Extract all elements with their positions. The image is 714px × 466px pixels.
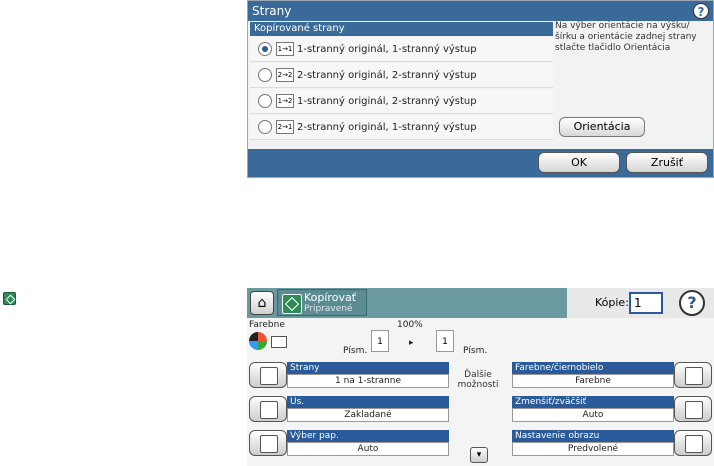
copies-input[interactable]: 1 bbox=[629, 292, 663, 314]
tile-value: Auto bbox=[512, 408, 674, 422]
option-label: 2-stranný originál, 2-stranný výstup bbox=[297, 69, 477, 81]
sides-icon[interactable] bbox=[249, 362, 287, 388]
page-icon bbox=[685, 435, 703, 453]
dialog-footer: OK Zrušiť bbox=[248, 149, 713, 177]
cancel-button[interactable]: Zrušiť bbox=[626, 152, 708, 173]
copy-title: Kopírovať bbox=[304, 291, 357, 304]
tile-paper-select[interactable]: Výber pap. Auto bbox=[249, 430, 449, 456]
option-2to2[interactable]: 2→2 2-stranný originál, 2-stranný výstup bbox=[250, 63, 553, 88]
duplex-icon: 1→1 bbox=[276, 42, 294, 56]
page-icon bbox=[685, 401, 703, 419]
copy-screen: ⌂ Kopírovať Pripravené Kópie: 1 ? Farebn… bbox=[247, 288, 714, 466]
tile-value: Farebne bbox=[512, 374, 674, 388]
tile-label: Farebne/čiernobielo bbox=[512, 362, 674, 374]
option-1to1[interactable]: 1→1 1-stranný originál, 1-stranný výstup bbox=[250, 37, 553, 62]
list-header: Kopírované strany bbox=[250, 22, 553, 36]
reduce-enlarge-icon[interactable] bbox=[674, 396, 712, 422]
arrow-icon: ▸ bbox=[409, 338, 414, 348]
copy-header: ⌂ Kopírovať Pripravené Kópie: 1 ? bbox=[247, 288, 714, 318]
ok-button[interactable]: OK bbox=[538, 152, 620, 173]
page-icon bbox=[260, 401, 278, 419]
page-icon bbox=[685, 367, 703, 385]
dialog-title: Strany bbox=[248, 1, 713, 21]
tile-label: Zmenšiť/zväčšiť bbox=[512, 396, 674, 408]
paper-to-value: 1 bbox=[436, 330, 454, 352]
tile-label: Strany bbox=[287, 362, 449, 374]
paper-select-icon[interactable] bbox=[249, 430, 287, 456]
duplex-icon: 2→1 bbox=[276, 120, 294, 134]
tile-reduce-enlarge[interactable]: Zmenšiť/zväčšiť Auto bbox=[512, 396, 712, 422]
option-label: 2-stranný originál, 1-stranný výstup bbox=[297, 121, 477, 133]
tile-sides[interactable]: Strany 1 na 1-stranne bbox=[249, 362, 449, 388]
info-text: Na výber orientácie na výšku/šírku a ori… bbox=[555, 21, 697, 53]
paper-from-value: 1 bbox=[371, 330, 389, 352]
duplex-icon: 2→2 bbox=[276, 68, 294, 82]
page-preview-icon bbox=[271, 336, 287, 348]
tile-image-adjust[interactable]: Nastavenie obrazu Predvolené bbox=[512, 430, 712, 456]
collate-icon[interactable] bbox=[249, 396, 287, 422]
color-wheel-icon bbox=[249, 332, 267, 350]
color-mode-icon[interactable] bbox=[674, 362, 712, 388]
option-label: 1-stranný originál, 1-stranný výstup bbox=[297, 43, 477, 55]
copy-tab[interactable]: Kopírovať Pripravené bbox=[277, 289, 367, 316]
page-icon bbox=[260, 367, 278, 385]
scroll-down-icon[interactable]: ▾ bbox=[470, 447, 488, 463]
tile-label: Us. bbox=[287, 396, 449, 408]
sides-dialog: Strany ? Kopírované strany 1→1 1-stranný… bbox=[247, 0, 714, 178]
more-options-label[interactable]: Ďalšie možnosti bbox=[453, 370, 503, 390]
copies-area: Kópie: 1 ? bbox=[567, 288, 714, 318]
paper-unit-to: Písm. bbox=[463, 346, 488, 356]
tile-value: 1 na 1-stranne bbox=[287, 374, 449, 388]
tile-label: Výber pap. bbox=[287, 430, 449, 442]
option-2to1[interactable]: 2→1 2-stranný originál, 1-stranný výstup bbox=[250, 115, 553, 140]
duplex-icon: 1→2 bbox=[276, 94, 294, 108]
copies-label: Kópie: bbox=[595, 296, 629, 309]
option-1to2[interactable]: 1→2 1-stranný originál, 2-stranný výstup bbox=[250, 89, 553, 114]
copy-start-icon bbox=[282, 294, 302, 314]
tile-value: Predvolené bbox=[512, 442, 674, 456]
tile-value: Zakladané bbox=[287, 408, 449, 422]
radio-icon[interactable] bbox=[258, 120, 272, 134]
start-copy-icon[interactable] bbox=[3, 292, 16, 305]
image-adjust-icon[interactable] bbox=[674, 430, 712, 456]
tile-value: Auto bbox=[287, 442, 449, 456]
tile-collate[interactable]: Us. Zakladané bbox=[249, 396, 449, 422]
radio-selected-icon[interactable] bbox=[258, 42, 272, 56]
home-icon[interactable]: ⌂ bbox=[250, 291, 274, 315]
option-label: 1-stranný originál, 2-stranný výstup bbox=[297, 95, 477, 107]
help-icon[interactable]: ? bbox=[693, 3, 709, 19]
radio-icon[interactable] bbox=[258, 94, 272, 108]
copy-status: Pripravené bbox=[304, 304, 353, 314]
tile-color-mode[interactable]: Farebne/čiernobielo Farebne bbox=[512, 362, 712, 388]
radio-icon[interactable] bbox=[258, 68, 272, 82]
tile-label: Nastavenie obrazu bbox=[512, 430, 674, 442]
color-label: Farebne bbox=[249, 320, 285, 330]
paper-unit-from: Písm. bbox=[343, 346, 368, 356]
page-icon bbox=[260, 435, 278, 453]
help-icon[interactable]: ? bbox=[679, 290, 705, 316]
orientation-button[interactable]: Orientácia bbox=[559, 117, 645, 137]
zoom-label: 100% bbox=[397, 320, 423, 330]
